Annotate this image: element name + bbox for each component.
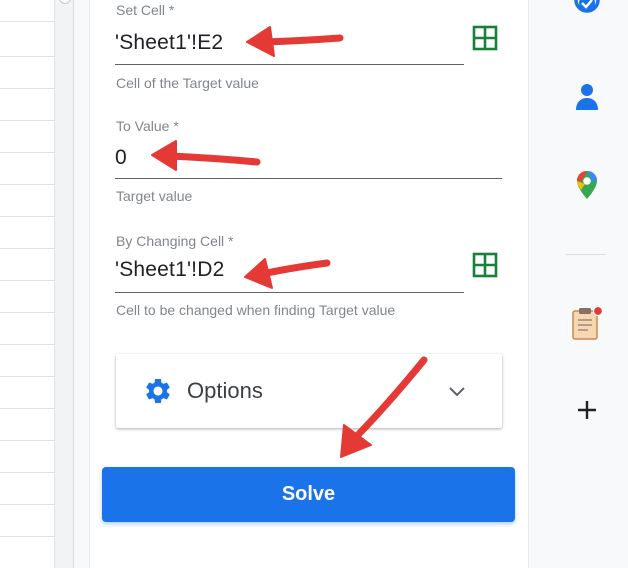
grid-line	[0, 440, 54, 441]
grid-line	[0, 376, 54, 377]
grid-line	[0, 88, 54, 89]
grid-line	[0, 536, 54, 537]
to-value-label: To Value *	[116, 118, 179, 134]
grid-line	[0, 504, 54, 505]
gear-icon	[146, 379, 170, 403]
contacts-icon[interactable]	[575, 83, 599, 111]
grid-line	[0, 344, 54, 345]
set-cell-underline	[115, 64, 464, 65]
by-changing-cell-label: By Changing Cell *	[116, 233, 234, 249]
to-value-help: Target value	[116, 188, 193, 204]
grid-line	[0, 216, 54, 217]
set-cell-input[interactable]: 'Sheet1'!E2	[115, 31, 223, 55]
tasks-icon[interactable]	[573, 0, 601, 22]
options-label: Options	[187, 378, 263, 403]
range-select-icon[interactable]	[472, 252, 498, 278]
grid-line	[0, 184, 54, 185]
range-select-icon[interactable]	[472, 25, 498, 51]
grid-line	[0, 120, 54, 121]
set-cell-label: Set Cell *	[116, 2, 175, 18]
clipboard-addon-icon[interactable]	[570, 305, 604, 341]
options-expander[interactable]: Options	[116, 354, 502, 428]
grid-line	[0, 408, 54, 409]
solve-button[interactable]: Solve	[102, 467, 515, 522]
chevron-down-icon	[449, 387, 465, 397]
by-changing-cell-help: Cell to be changed when finding Target v…	[116, 302, 396, 318]
grid-line	[0, 280, 54, 281]
plus-icon[interactable]	[576, 399, 598, 421]
rail-divider	[566, 254, 606, 255]
grid-line	[0, 472, 54, 473]
set-cell-help: Cell of the Target value	[116, 75, 259, 91]
grid-line	[0, 56, 54, 57]
by-changing-cell-underline	[115, 292, 464, 293]
by-changing-cell-input[interactable]: 'Sheet1'!D2	[115, 258, 224, 282]
spreadsheet-grid-edge	[0, 0, 55, 568]
to-value-input[interactable]: 0	[115, 146, 127, 170]
grid-line	[0, 21, 54, 22]
grid-line	[0, 152, 54, 153]
maps-icon[interactable]	[576, 170, 598, 200]
grid-line	[0, 248, 54, 249]
grid-line	[0, 312, 54, 313]
vertical-scrollbar[interactable]	[55, 0, 74, 568]
to-value-underline	[115, 178, 502, 179]
